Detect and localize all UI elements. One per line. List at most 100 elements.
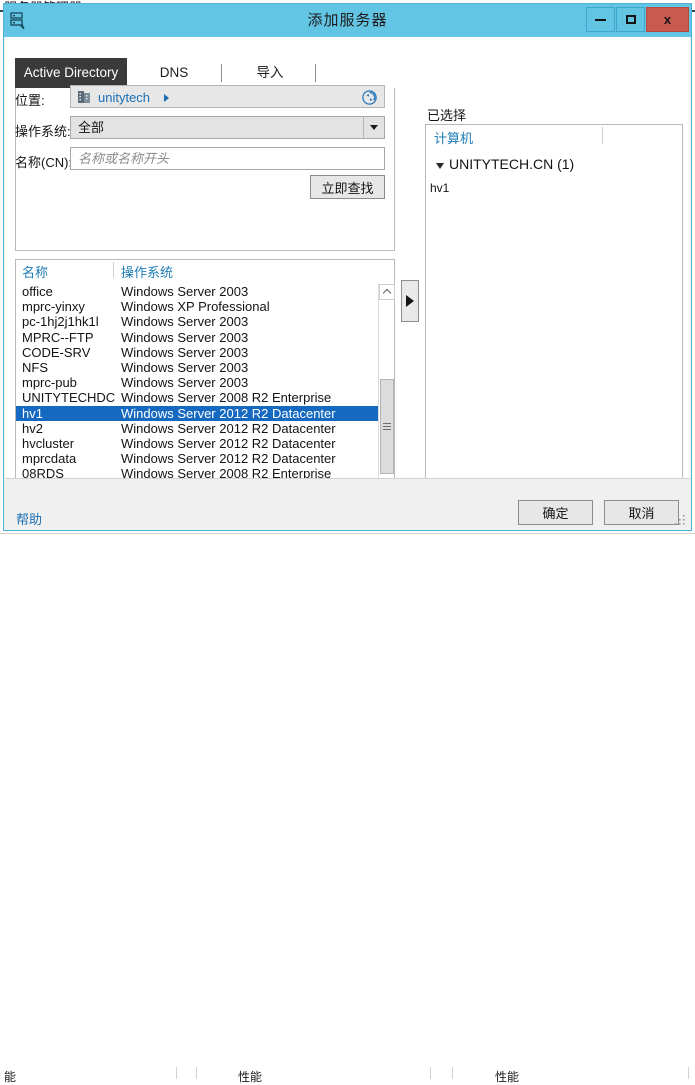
column-header-os[interactable]: 操作系统 [121,262,173,281]
help-link[interactable]: 帮助 [16,509,42,528]
selected-panel[interactable]: 计算机 UNITYTECH.CN (1) hv1 [425,124,683,498]
table-row[interactable]: hv1 Windows Server 2012 R2 Datacenter [16,405,378,421]
operating-system-value: 全部 [78,120,105,135]
cancel-button[interactable]: 取消 [604,500,679,525]
column-header-name[interactable]: 名称 [22,262,48,281]
location-field[interactable]: unitytech [70,85,385,108]
table-row[interactable]: pc-1hj2j1hk1l Windows Server 2003 [16,314,378,329]
minimize-button[interactable] [586,7,615,32]
domain-icon [78,91,90,103]
close-button[interactable]: x [646,7,689,32]
refresh-icon[interactable] [361,89,378,106]
row-name: mprc-pub [22,375,77,391]
scrollbar-thumb[interactable] [380,379,394,474]
row-name: NFS [22,359,48,375]
row-name: hv2 [22,420,43,436]
row-name: CODE-SRV [22,344,91,360]
row-os: Windows Server 2012 R2 Datacenter [121,405,336,421]
results-list-rows: office Windows Server 2003 mprc-yinxy Windo… [16,284,378,497]
tab-active-directory-label: Active Directory [23,65,119,80]
row-os: Windows Server 2003 [121,329,249,345]
row-os: Windows Server 2003 [121,375,249,391]
tab-import[interactable]: 导入 [235,58,305,88]
operating-system-dropdown-button[interactable] [363,117,384,138]
background-divider-0 [176,1067,177,1079]
selected-column-header[interactable]: 计算机 [434,128,473,147]
tab-active-directory[interactable]: Active Directory [15,58,127,88]
row-os: Windows XP Professional [121,299,270,315]
row-name: office [22,284,53,299]
table-row[interactable]: mprc-pub Windows Server 2003 [16,375,378,390]
cancel-button-label: 取消 [628,506,655,521]
table-row[interactable]: CODE-SRV Windows Server 2003 [16,345,378,360]
resize-grip-icon[interactable] [675,515,687,527]
dialog-footer: 帮助 确定 取消 [5,478,690,530]
chevron-right-icon[interactable] [164,94,169,102]
background-divider-4 [688,1067,689,1079]
results-list[interactable]: 名称 操作系统 office Windows Server 2003 mprc-yi… [15,259,395,498]
tab-dns[interactable]: DNS [135,58,213,88]
background-divider-1 [196,1067,197,1079]
row-os: Windows Server 2012 R2 Datacenter [121,420,336,436]
tab-dns-label: DNS [159,65,189,80]
find-now-button[interactable]: 立即查找 [310,175,385,199]
table-row[interactable]: mprc-yinxy Windows XP Professional [16,299,378,314]
add-server-arrow-button[interactable] [401,280,419,322]
grip-icon [383,421,391,432]
background-divider-3 [452,1067,453,1079]
table-row[interactable]: mprcdata Windows Server 2012 R2 Datacente… [16,451,378,466]
row-name: mprcdata [22,451,77,467]
row-name: UNITYTECHDC [22,390,116,406]
table-row[interactable]: hvcluster Windows Server 2012 R2 Datacent… [16,436,378,451]
table-row[interactable]: UNITYTECHDC Windows Server 2008 R2 Enterp… [16,390,378,405]
name-cn-input[interactable]: 名称或名称开头 [70,147,385,170]
selected-column-divider[interactable] [602,127,603,144]
selected-panel-header: 计算机 [426,125,682,147]
ok-button-label: 确定 [542,506,569,521]
row-os: Windows Server 2003 [121,359,249,375]
row-os: Windows Server 2003 [121,314,249,330]
find-now-label: 立即查找 [321,180,374,196]
tab-import-label: 导入 [256,65,284,80]
location-value[interactable]: unitytech [98,86,150,109]
arrow-right-icon [406,295,414,307]
table-row[interactable]: MPRC--FTP Windows Server 2003 [16,330,378,345]
dialog-titlebar[interactable]: 添加服务器 x [4,4,691,37]
background-cell-2: 性能 [495,1070,520,1084]
background-divider-2 [430,1067,431,1079]
scroll-up-button[interactable] [379,284,395,300]
ok-button[interactable]: 确定 [518,500,593,525]
tree-expander-icon[interactable] [436,163,444,169]
row-os: Windows Server 2012 R2 Datacenter [121,435,336,451]
background-bottom-strip: 能 性能 性能 [0,533,695,1084]
tab-separator-1 [221,64,222,82]
chevron-down-icon [370,125,378,130]
add-servers-dialog: 添加服务器 x Active Directory DNS 导入 位置: unit… [3,3,692,531]
dialog-body: Active Directory DNS 导入 位置: unitytech 操作… [5,37,690,518]
minimize-icon [595,18,606,21]
table-row[interactable]: NFS Windows Server 2003 [16,360,378,375]
maximize-button[interactable] [616,7,645,32]
row-name: mprc-yinxy [22,299,85,315]
tree-child-node[interactable]: hv1 [430,181,449,195]
name-cn-label: 名称(CN): [15,155,73,170]
row-os: Windows Server 2003 [121,284,249,299]
maximize-icon [625,15,636,24]
row-os: Windows Server 2008 R2 Enterprise [121,390,332,406]
table-row[interactable]: office Windows Server 2003 [16,284,378,299]
location-label: 位置: [15,93,45,108]
background-cell-1: 性能 [238,1070,263,1084]
operating-system-select[interactable]: 全部 [70,116,385,139]
row-name: hv1 [22,405,43,421]
row-name: pc-1hj2j1hk1l [22,314,99,330]
column-header-divider[interactable] [113,262,114,278]
results-scrollbar[interactable] [378,284,395,497]
name-cn-placeholder: 名称或名称开头 [78,151,170,166]
tree-domain-node[interactable]: UNITYTECH.CN (1) [449,156,574,172]
close-icon: x [663,12,672,27]
tab-strip: Active Directory DNS 导入 [15,58,395,88]
table-row[interactable]: hv2 Windows Server 2012 R2 Datacenter [16,421,378,436]
row-name: MPRC--FTP [22,329,94,345]
row-name: hvcluster [22,435,75,451]
operating-system-label: 操作系统: [15,124,71,139]
